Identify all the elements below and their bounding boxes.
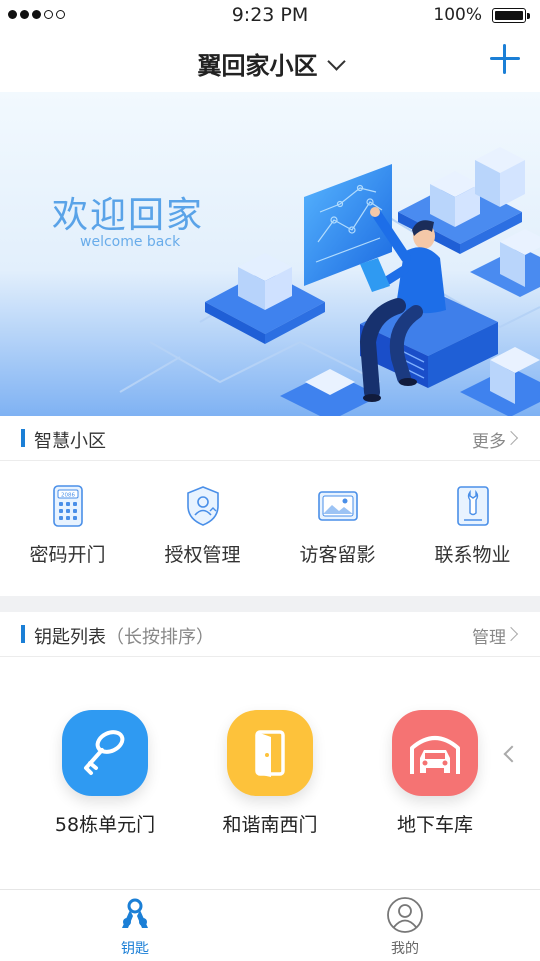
wrench-icon — [456, 486, 489, 526]
tab-mine[interactable]: 我的 — [270, 890, 540, 961]
door-icon — [227, 710, 313, 796]
key-item-hexie[interactable]: 和谐南西门 — [205, 710, 335, 837]
battery-icon — [492, 8, 530, 23]
more-link[interactable]: 更多 — [472, 427, 506, 452]
community-selector[interactable]: 翼回家小区 — [0, 46, 540, 81]
section-divider — [0, 596, 540, 612]
grid-label: 联系物业 — [434, 544, 511, 566]
photo-icon — [317, 491, 358, 521]
status-bar: 9:23 PM 100% — [0, 0, 540, 30]
keypad-icon: 2086 — [52, 485, 83, 527]
smart-community-title: 智慧小区 — [34, 431, 106, 452]
section-accent-bar — [21, 625, 25, 643]
plus-icon[interactable] — [490, 44, 520, 74]
shield-user-icon — [186, 486, 219, 526]
password-open-item[interactable]: 2086 密码开门 — [0, 460, 135, 596]
key-icon — [62, 710, 148, 796]
welcome-banner[interactable]: 欢迎回家 welcome back — [0, 92, 540, 416]
battery-percent: 100% — [433, 5, 482, 25]
manage-link[interactable]: 管理 — [472, 623, 506, 648]
keys-title-text: 钥匙列表 — [34, 627, 106, 648]
key-item-garage[interactable]: 地下车库 — [370, 710, 500, 837]
chevron-left-icon[interactable] — [503, 745, 521, 763]
tab-label: 我的 — [391, 941, 419, 957]
chevron-right-icon[interactable] — [503, 626, 519, 642]
nav-bar: 翼回家小区 — [0, 30, 540, 92]
smart-community-grid: 2086 密码开门 授权管理 访客留影 联系物业 — [0, 460, 540, 596]
key-label: 58栋单元门 — [54, 814, 156, 836]
smart-community-header: 智慧小区 更多 — [0, 416, 540, 461]
banner-illustration — [0, 92, 540, 416]
keys-title: 钥匙列表（长按排序） — [34, 623, 214, 649]
key-label: 地下车库 — [396, 814, 473, 836]
tab-label: 钥匙 — [121, 941, 149, 957]
keys-list: 58栋单元门 和谐南西门 地下车库 — [0, 656, 540, 888]
grid-label: 授权管理 — [164, 544, 241, 566]
community-name: 翼回家小区 — [197, 52, 318, 80]
contact-property-item[interactable]: 联系物业 — [405, 460, 540, 596]
svg-text:2086: 2086 — [61, 493, 75, 499]
tab-bar: 钥匙 我的 — [0, 889, 540, 961]
key-label: 和谐南西门 — [222, 814, 318, 836]
authorization-item[interactable]: 授权管理 — [135, 460, 270, 596]
car-garage-icon — [392, 710, 478, 796]
keys-header: 钥匙列表（长按排序） 管理 — [0, 612, 540, 657]
chevron-down-icon — [326, 52, 346, 71]
grid-label: 密码开门 — [29, 544, 106, 566]
section-accent-bar — [21, 429, 25, 447]
tab-keys[interactable]: 钥匙 — [0, 890, 270, 961]
key-item-58[interactable]: 58栋单元门 — [40, 710, 170, 837]
keys-sort-hint: （长按排序） — [106, 627, 214, 648]
grid-label: 访客留影 — [299, 544, 376, 566]
user-tab-icon — [387, 897, 423, 933]
banner-subtitle: welcome back — [80, 234, 181, 250]
chevron-right-icon[interactable] — [503, 430, 519, 446]
keys-tab-icon — [122, 898, 148, 928]
banner-title: 欢迎回家 — [52, 195, 205, 236]
visitor-photo-item[interactable]: 访客留影 — [270, 460, 405, 596]
